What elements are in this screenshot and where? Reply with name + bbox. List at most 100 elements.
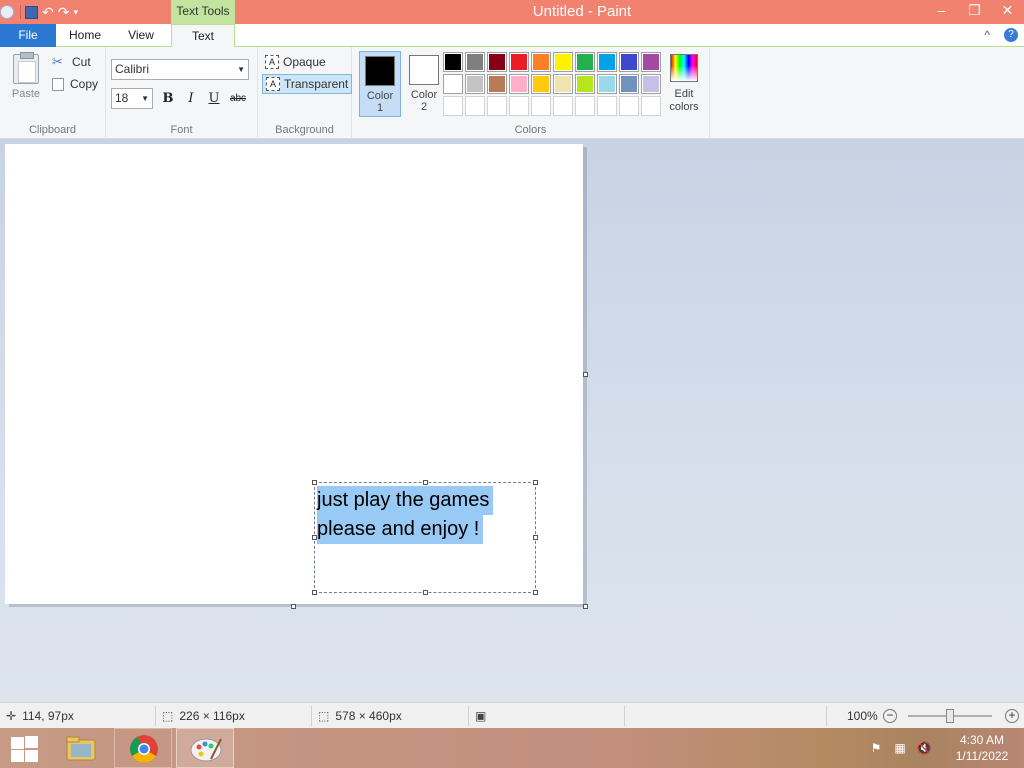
background-group: A Opaque A Transparent Background [258,47,353,139]
italic-button[interactable]: I [181,89,201,109]
copy-button[interactable]: Copy [52,75,98,93]
palette-swatch[interactable] [619,52,639,72]
palette-swatch[interactable] [465,74,485,94]
windows-logo-icon [11,750,24,762]
resize-handle[interactable] [423,590,428,595]
resize-handle[interactable] [533,535,538,540]
bold-button[interactable]: B [158,89,178,109]
windows-logo-icon [11,737,24,749]
transparent-label: Transparent [284,77,349,91]
close-button[interactable]: ✕ [991,0,1024,22]
palette-swatch[interactable] [487,52,507,72]
custom-color-slot[interactable] [531,96,551,116]
windows-logo-icon [25,750,38,762]
custom-color-slot[interactable] [509,96,529,116]
palette-swatch[interactable] [575,74,595,94]
resize-handle[interactable] [533,480,538,485]
text-box-content[interactable]: just play the games please and enjoy ! [317,486,494,544]
drawing-canvas[interactable]: just play the games please and enjoy ! [5,144,583,604]
taskbar: ⚑ ▦ 🔇 4:30 AM 1/11/2022 [0,728,1024,768]
color2-button[interactable]: Color 2 [403,51,445,117]
palette-swatch[interactable] [509,74,529,94]
clock[interactable]: 4:30 AM 1/11/2022 [940,732,1024,764]
cut-label: Cut [72,55,91,69]
title-bar: ↶ ↷ ▾ Untitled - Paint Text Tools – ❐ ✕ [0,0,1024,24]
custom-color-slot[interactable] [597,96,617,116]
cursor-move-icon: ✛ [6,709,17,723]
palette-swatch[interactable] [597,74,617,94]
cursor-position-value: 114, 97px [22,709,74,723]
strikethrough-button[interactable]: abc [228,89,248,109]
custom-color-slot[interactable] [443,96,463,116]
underline-button[interactable]: U [204,89,224,109]
disk-icon: ▣ [475,709,487,723]
palette-swatch[interactable] [619,74,639,94]
palette-swatch[interactable] [553,52,573,72]
palette-swatch[interactable] [641,74,661,94]
opaque-button[interactable]: A Opaque [262,52,329,72]
palette-swatch[interactable] [487,74,507,94]
collapse-ribbon-icon[interactable]: ^ [984,24,990,47]
network-icon[interactable]: ▦ [892,740,908,756]
status-divider [155,706,156,726]
palette-swatch[interactable] [553,74,573,94]
color1-button[interactable]: Color 1 [359,51,401,117]
chevron-down-icon: ▼ [237,65,245,74]
cut-button[interactable]: ✂ Cut [52,53,91,71]
start-button[interactable] [8,736,38,762]
chrome-taskbar-button[interactable] [114,728,172,768]
palette-swatch[interactable] [465,52,485,72]
font-family-select[interactable]: Calibri ▼ [111,59,249,80]
edit-colors-button[interactable]: Edit colors [668,54,700,114]
zoom-out-button[interactable]: − [883,709,897,723]
file-explorer-taskbar-button[interactable] [52,728,110,768]
chevron-down-icon: ▼ [141,94,149,103]
resize-handle[interactable] [533,590,538,595]
palette-swatch[interactable] [597,52,617,72]
palette-swatch[interactable] [509,52,529,72]
minimize-button[interactable]: – [925,0,958,22]
palette-swatch[interactable] [443,74,463,94]
custom-color-slot[interactable] [641,96,661,116]
custom-color-slot[interactable] [575,96,595,116]
text-box[interactable]: just play the games please and enjoy ! [312,480,538,595]
font-family-value: Calibri [115,62,150,76]
action-center-flag-icon[interactable]: ⚑ [868,740,884,756]
custom-color-slot[interactable] [465,96,485,116]
ribbon-help-controls: ^ ? [984,24,1018,47]
zoom-slider-thumb[interactable] [946,709,954,723]
canvas-resize-handle-corner[interactable] [583,604,588,609]
color1-label-line1: Color [366,90,394,102]
paint-taskbar-button[interactable] [176,728,234,768]
resize-handle[interactable] [312,590,317,595]
palette-swatch[interactable] [531,74,551,94]
palette-swatch[interactable] [443,52,463,72]
tab-file[interactable]: File [0,24,56,47]
font-size-select[interactable]: 18 ▼ [111,88,153,109]
resize-handle[interactable] [423,480,428,485]
edit-colors-line1: Edit [674,88,694,100]
restore-button[interactable]: ❐ [958,0,991,22]
tab-text[interactable]: Text [171,24,235,48]
palette-swatch[interactable] [575,52,595,72]
volume-muted-icon[interactable]: 🔇 [916,740,932,756]
paste-button[interactable]: Paste [6,52,46,106]
custom-color-slot[interactable] [487,96,507,116]
palette-swatch[interactable] [641,52,661,72]
tab-home[interactable]: Home [57,24,113,47]
resize-handle[interactable] [312,480,317,485]
zoom-in-button[interactable]: + [1005,709,1019,723]
color-palette [443,52,661,116]
palette-swatch[interactable] [531,52,551,72]
canvas-resize-handle-bottom[interactable] [291,604,296,609]
help-icon[interactable]: ? [1004,28,1018,42]
custom-color-slot[interactable] [619,96,639,116]
copy-icon [52,77,64,91]
custom-color-slot[interactable] [553,96,573,116]
paste-label: Paste [11,88,41,100]
edit-colors-line2: colors [669,101,699,113]
tab-view[interactable]: View [113,24,169,47]
transparent-button[interactable]: A Transparent [262,74,353,94]
status-divider [624,706,625,726]
canvas-resize-handle-right[interactable] [583,372,588,377]
